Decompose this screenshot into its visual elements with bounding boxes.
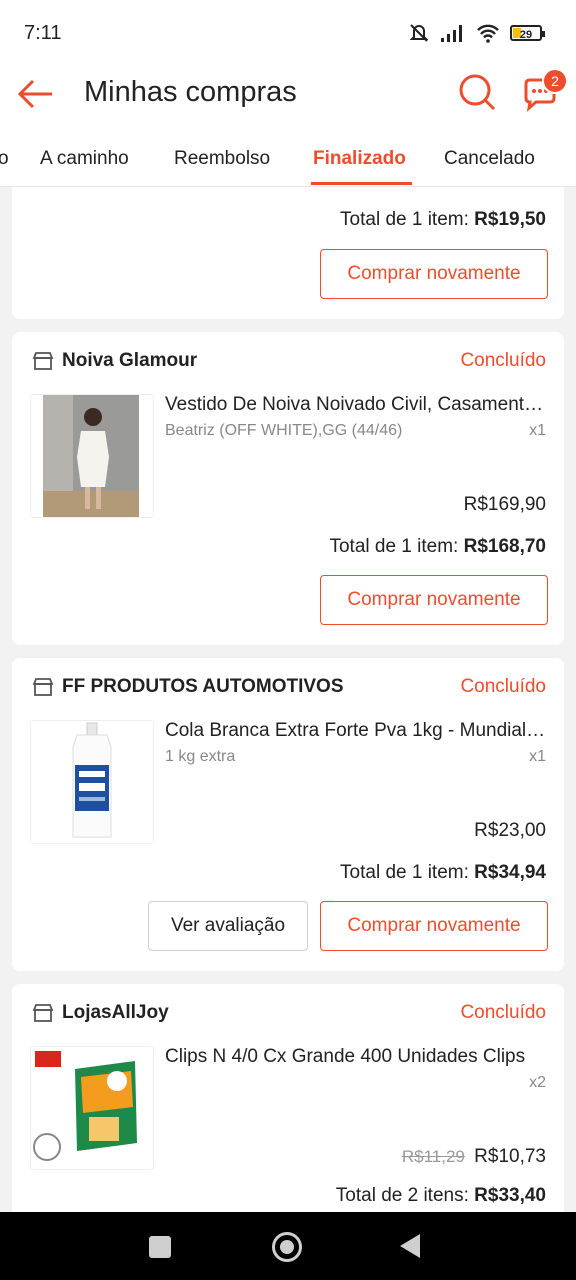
app-header: Minhas compras 2 [0,64,576,126]
tab-partial[interactable]: o [0,148,9,170]
order-total-value: R$33,40 [474,1185,546,1206]
order-total: Total de 1 item: R$19,50 [340,209,546,230]
home-button[interactable] [272,1232,302,1262]
order-card: Total de 1 item: R$19,50 Comprar novamen… [12,187,564,319]
shop-row[interactable]: LojasAllJoy [32,1002,169,1024]
product-name[interactable]: Vestido De Noiva Noivado Civil, Casament… [165,394,549,416]
view-review-button[interactable]: Ver avaliação [148,901,308,951]
product-current-price: R$10,73 [474,1146,546,1167]
product-name[interactable]: Clips N 4/0 Cx Grande 400 Unidades Clips [165,1046,549,1068]
store-icon [32,678,54,696]
page-title: Minhas compras [84,76,297,108]
product-price: R$23,00 [474,820,546,841]
order-total-value: R$34,94 [474,862,546,883]
product-quantity: x1 [529,422,546,439]
order-total: Total de 2 itens: R$33,40 [335,1185,546,1206]
order-card: FF PRODUTOS AUTOMOTIVOS Concluído Cola B… [12,658,564,971]
store-icon [32,352,54,370]
mute-icon [409,24,429,42]
order-tabs: o A caminho Reembolso Finalizado Cancela… [0,126,576,187]
buy-again-button[interactable]: Comprar novamente [320,575,548,625]
order-card: LojasAllJoy Concluído Clips N 4/0 Cx Gra… [12,984,564,1212]
battery-icon: 29 [510,25,545,41]
product-image[interactable] [30,394,154,518]
system-nav-bar [0,1212,576,1280]
store-icon [32,1004,54,1022]
product-name[interactable]: Cola Branca Extra Forte Pva 1kg - Mundia… [165,720,549,742]
shop-row[interactable]: Noiva Glamour [32,350,197,372]
order-total-value: R$19,50 [474,209,546,230]
status-icons: 29 [408,22,545,44]
shop-name: FF PRODUTOS AUTOMOTIVOS [62,676,344,697]
active-tab-indicator [311,182,412,185]
battery-level: 29 [519,29,533,41]
search-icon[interactable] [457,72,497,112]
buy-again-button[interactable]: Comprar novamente [320,249,548,299]
product-variant: 1 kg extra [165,748,236,765]
chat-button[interactable]: 2 [520,68,568,114]
tab-finalizado[interactable]: Finalizado [313,148,406,170]
order-card: Noiva Glamour Concluído Vestido De Noiva… [12,332,564,645]
chat-badge: 2 [542,68,568,94]
orders-list: Total de 1 item: R$19,50 Comprar novamen… [0,187,576,1212]
clips-box-icon [31,1047,153,1169]
status-bar: 7:11 29 [0,0,576,64]
product-image[interactable] [30,1046,154,1170]
order-status: Concluído [460,350,546,371]
order-total: Total de 1 item: R$34,94 [340,862,546,883]
product-price: R$169,90 [463,494,546,515]
tab-reembolso[interactable]: Reembolso [174,148,270,170]
status-time: 7:11 [24,22,62,44]
tab-cancelado[interactable]: Cancelado [444,148,535,170]
dress-photo-icon [43,395,139,517]
product-image[interactable] [30,720,154,844]
system-back-button[interactable] [400,1234,420,1258]
product-quantity: x1 [529,748,546,765]
recent-apps-button[interactable] [149,1236,171,1258]
back-arrow-icon[interactable] [16,76,56,112]
signal-icon [441,25,462,42]
product-old-price: R$11,29 [401,1147,465,1166]
shop-name: LojasAllJoy [62,1002,169,1023]
glue-bottle-icon [31,721,153,843]
order-status: Concluído [460,676,546,697]
product-variant: Beatriz (OFF WHITE),GG (44/46) [165,422,403,439]
order-total-value: R$168,70 [463,536,546,557]
tab-a-caminho[interactable]: A caminho [40,148,129,170]
order-total: Total de 1 item: R$168,70 [329,536,546,557]
buy-again-button[interactable]: Comprar novamente [320,901,548,951]
product-quantity: x2 [529,1074,546,1091]
wifi-icon [477,24,499,43]
shop-name: Noiva Glamour [62,350,198,371]
order-status: Concluído [460,1002,546,1023]
product-price: R$11,29 R$10,73 [402,1146,546,1168]
shop-row[interactable]: FF PRODUTOS AUTOMOTIVOS [32,676,344,698]
